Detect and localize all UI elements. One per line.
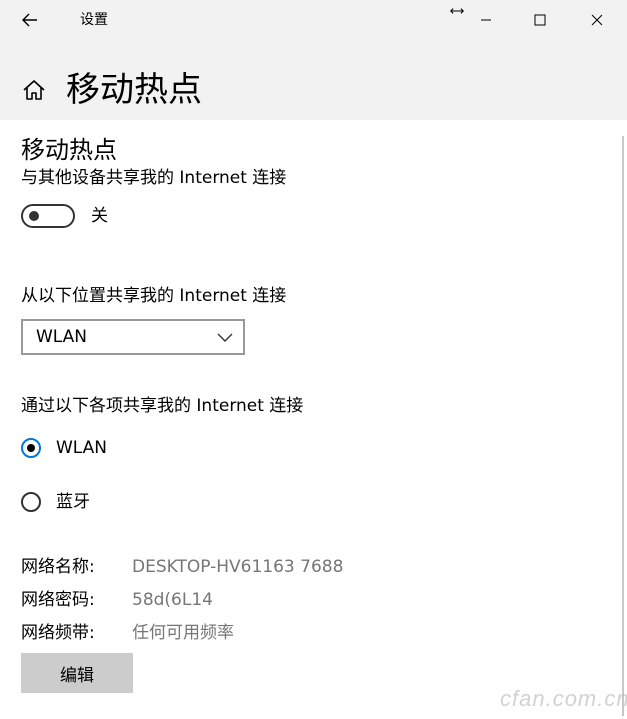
toggle-state-label: 关 (91, 206, 108, 226)
radio-bluetooth-label: 蓝牙 (56, 492, 90, 512)
minimize-button[interactable] (463, 0, 509, 40)
back-button[interactable] (0, 0, 60, 40)
dropdown-selected-value: WLAN (36, 327, 88, 347)
edit-button[interactable]: 编辑 (21, 653, 133, 693)
home-icon[interactable] (22, 78, 46, 102)
settings-window: 设置 移动热点 移动热点 与其他设备共享我的 Internet 连接 关 从以下… (0, 0, 627, 719)
network-name-label: 网络名称: (21, 557, 95, 577)
app-title: 设置 (80, 12, 108, 28)
back-arrow-icon (22, 13, 37, 27)
maximize-button[interactable] (517, 0, 563, 40)
chevron-down-icon (217, 333, 233, 342)
radio-checked-icon (21, 438, 41, 458)
minimize-icon (481, 19, 491, 21)
hotspot-toggle[interactable] (21, 204, 75, 228)
page-title: 移动热点 (66, 70, 202, 110)
watermark: cfan.com.cn (500, 686, 627, 711)
radio-wlan-label: WLAN (56, 438, 108, 458)
content-area: 移动热点 与其他设备共享我的 Internet 连接 关 从以下位置共享我的 I… (0, 120, 627, 719)
scrollbar[interactable] (622, 136, 624, 716)
network-password-label: 网络密码: (21, 590, 95, 610)
share-from-dropdown[interactable]: WLAN (21, 319, 245, 355)
radio-unchecked-icon (21, 492, 41, 512)
toggle-knob (29, 211, 39, 221)
network-band-label: 网络频带: (21, 623, 95, 643)
close-button[interactable] (574, 0, 620, 40)
share-label: 与其他设备共享我的 Internet 连接 (21, 168, 287, 188)
network-band-value: 任何可用频率 (132, 623, 234, 643)
page-header: 移动热点 (0, 60, 627, 120)
network-name-value: DESKTOP-HV61163 7688 (132, 557, 344, 577)
network-password-value: 58d(6L14 (132, 590, 213, 610)
maximize-icon (534, 14, 546, 26)
close-icon (591, 14, 603, 26)
title-bar: 设置 (0, 0, 627, 40)
share-over-label: 通过以下各项共享我的 Internet 连接 (21, 396, 304, 416)
share-from-label: 从以下位置共享我的 Internet 连接 (21, 286, 287, 306)
section-title: 移动热点 (21, 136, 117, 164)
